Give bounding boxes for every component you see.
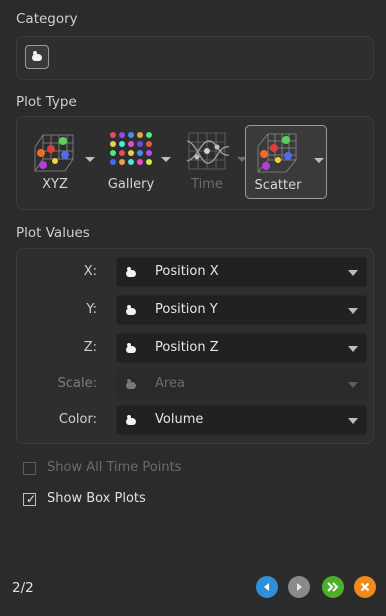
close-icon[interactable] xyxy=(354,576,376,598)
fast-forward-glyph xyxy=(327,582,339,592)
scale-label: Scale: xyxy=(57,376,97,391)
blob-icon xyxy=(126,305,136,315)
chevron-down-icon xyxy=(348,346,358,352)
x-value-row: X: Position X xyxy=(17,257,373,287)
color-value-text: Volume xyxy=(155,412,204,427)
plot-type-label: Time xyxy=(191,177,223,192)
forward-icon[interactable] xyxy=(288,576,310,598)
z-value-select[interactable]: Position Z xyxy=(116,333,367,363)
x-value-select[interactable]: Position X xyxy=(116,257,367,287)
plot-type-panel: XYZ Gallery Time Scatter xyxy=(16,116,374,210)
plot-type-label: Scatter xyxy=(254,178,302,193)
plot-type-heading: Plot Type xyxy=(16,94,77,110)
z-value-row: Z: Position Z xyxy=(17,333,373,363)
x-label: X: xyxy=(83,264,97,279)
time-plot-icon xyxy=(186,132,230,170)
scatter-plot-icon xyxy=(257,133,297,173)
plot-type-gallery[interactable]: Gallery xyxy=(101,125,173,199)
plot-type-label: XYZ xyxy=(42,177,68,192)
blob-icon xyxy=(32,50,42,61)
blob-icon xyxy=(126,415,136,425)
category-heading: Category xyxy=(16,11,78,27)
plot-type-label: Gallery xyxy=(107,177,155,192)
blob-icon xyxy=(126,379,136,389)
color-label: Color: xyxy=(58,412,97,427)
plot-values-heading: Plot Values xyxy=(16,225,90,241)
scale-value-row: Scale: Area xyxy=(17,369,373,399)
chevron-down-icon xyxy=(348,382,358,388)
x-value-text: Position X xyxy=(155,264,219,279)
y-value-text: Position Y xyxy=(155,302,218,317)
forward-arrow-glyph xyxy=(297,583,302,591)
back-arrow-glyph xyxy=(264,583,269,591)
gallery-plot-icon xyxy=(110,132,152,165)
scale-value-text: Area xyxy=(155,376,185,391)
category-button[interactable] xyxy=(25,45,49,69)
fast-forward-icon[interactable] xyxy=(322,576,344,598)
color-value-row: Color: Volume xyxy=(17,405,373,435)
chevron-down-icon xyxy=(348,270,358,276)
y-label: Y: xyxy=(86,302,97,317)
scale-value-select: Area xyxy=(116,369,367,399)
chevron-down-icon xyxy=(348,418,358,424)
color-value-select[interactable]: Volume xyxy=(116,405,367,435)
y-value-select[interactable]: Position Y xyxy=(116,295,367,325)
checkbox-box xyxy=(23,462,36,475)
xyz-plot-icon xyxy=(34,134,74,172)
back-icon[interactable] xyxy=(256,576,278,598)
y-value-row: Y: Position Y xyxy=(17,295,373,325)
chevron-down-icon xyxy=(85,157,95,162)
plot-type-scatter[interactable]: Scatter xyxy=(245,125,327,199)
show-box-plots-label: Show Box Plots xyxy=(47,491,146,506)
plot-type-time: Time xyxy=(177,125,249,199)
chevron-down-icon xyxy=(161,157,171,162)
category-panel xyxy=(16,36,374,80)
chevron-down-icon xyxy=(314,158,324,163)
check-icon: ✓ xyxy=(26,492,37,506)
chevron-down-icon xyxy=(348,308,358,314)
blob-icon xyxy=(126,267,136,277)
plot-type-xyz[interactable]: XYZ xyxy=(25,125,97,199)
z-value-text: Position Z xyxy=(155,340,219,355)
checkbox-box[interactable]: ✓ xyxy=(23,492,37,506)
page-indicator: 2/2 xyxy=(12,580,34,596)
z-label: Z: xyxy=(83,340,97,355)
plot-values-panel: X: Position X Y: Position Y Z: Position … xyxy=(16,248,374,444)
close-x-glyph xyxy=(360,582,370,592)
blob-icon xyxy=(126,343,136,353)
show-all-time-points-label: Show All Time Points xyxy=(47,460,182,475)
